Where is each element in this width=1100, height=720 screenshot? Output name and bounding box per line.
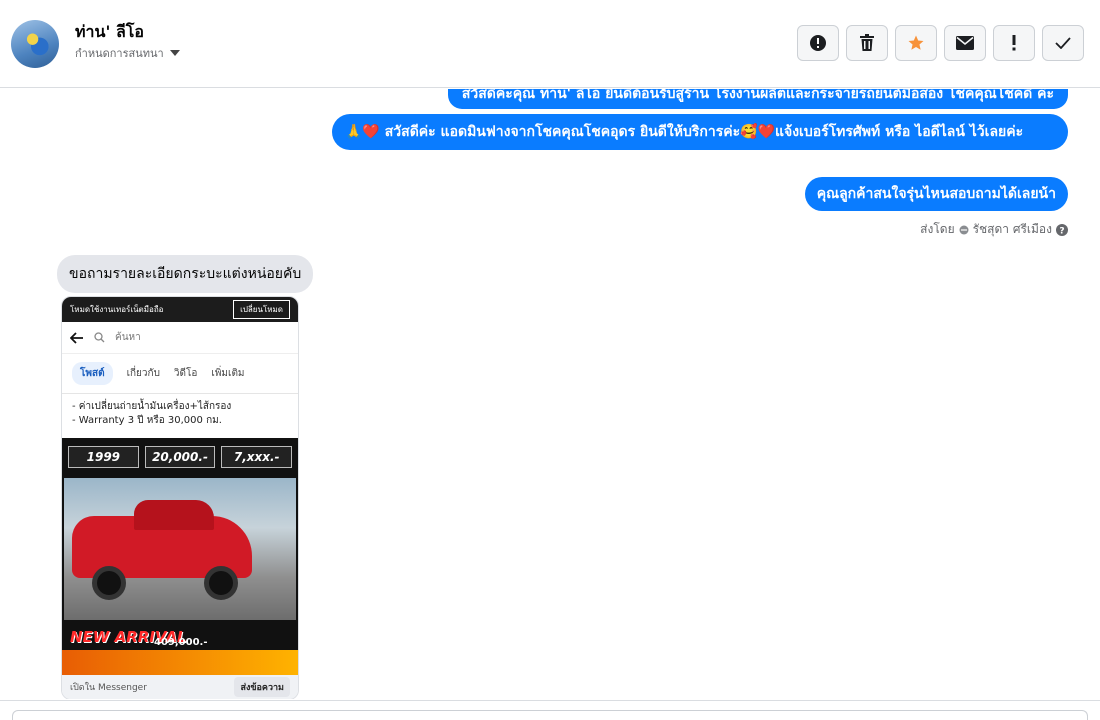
- envelope-icon: [956, 36, 974, 50]
- sent-by-label: ส่งโดย: [920, 222, 955, 236]
- mark-unread-button[interactable]: [944, 25, 986, 61]
- switch-mode-label: เปลี่ยนโหมด: [233, 300, 290, 319]
- contact-avatar[interactable]: [11, 20, 59, 68]
- search-icon: [94, 332, 105, 343]
- message-thread[interactable]: สวัสดีค่ะคุณ ท่าน' ลีโอ ยินดีต้อนรับสู่ร…: [0, 89, 1100, 699]
- trash-icon: [860, 34, 874, 51]
- report-button[interactable]: [797, 25, 839, 61]
- tab-posts: โพสต์: [72, 362, 113, 385]
- tab-videos: วิดีโอ: [173, 368, 198, 379]
- open-in-messenger: เปิดใน Messenger: [70, 683, 147, 693]
- wheel-shape: [204, 566, 238, 600]
- ad-bottom-banner: [62, 650, 298, 676]
- check-icon: [1055, 37, 1071, 49]
- message-input[interactable]: [12, 710, 1088, 720]
- price-box: 7,xxx.-: [221, 446, 293, 468]
- done-button[interactable]: [1042, 25, 1084, 61]
- star-button[interactable]: [895, 25, 937, 61]
- composer-area: [0, 700, 1100, 720]
- price-box: 1999: [68, 446, 139, 468]
- conversation-header: ท่าน' ลีโอ กำหนดการสนทนา: [0, 0, 1100, 88]
- mobile-mode-text: โหมดใช้งานเทอร์เน็ตมือถือ: [70, 305, 164, 314]
- sender-status-icon: [959, 225, 969, 234]
- delete-button[interactable]: [846, 25, 888, 61]
- send-message-label: ส่งข้อความ: [234, 677, 290, 697]
- price-box: 20,000.-: [144, 446, 216, 468]
- search-placeholder: ค้นหา: [115, 332, 141, 343]
- image-attachment[interactable]: โหมดใช้งานเทอร์เน็ตมือถือ เปลี่ยนโหมด ค้…: [61, 296, 299, 699]
- sent-by-info: ส่งโดย รัชสุดา ศรีเมือง ?: [920, 220, 1068, 239]
- spam-button[interactable]: [993, 25, 1035, 61]
- ad-price: 409,000.-: [154, 637, 208, 648]
- assign-label: กำหนดการสนทนา: [75, 47, 164, 60]
- outgoing-message[interactable]: สวัสดีค่ะคุณ ท่าน' ลีโอ ยินดีต้อนรับสู่ร…: [447, 89, 1068, 109]
- alert-circle-icon: [810, 35, 826, 51]
- tab-more: เพิ่มเติม: [211, 368, 245, 379]
- screenshot-post-text: - ค่าเปลี่ยนถ่ายน้ำมันเครื่อง+ไส้กรอง - …: [62, 394, 298, 438]
- price-row: 1999 20,000.- 7,xxx.-: [68, 446, 293, 468]
- header-actions: [797, 25, 1084, 61]
- car-ad-image: 1999 20,000.- 7,xxx.- NEW ARRIVAL 409,00…: [62, 438, 298, 676]
- screenshot-footer: เปิดใน Messenger ส่งข้อความ: [62, 675, 298, 699]
- exclamation-icon: [1012, 35, 1016, 51]
- back-arrow-icon: [70, 331, 83, 344]
- screenshot-search-bar: ค้นหา: [62, 322, 298, 354]
- sent-by-name: รัชสุดา ศรีเมือง: [972, 222, 1052, 236]
- red-pickup-photo: [64, 478, 296, 620]
- star-icon: [908, 35, 924, 50]
- tab-about: เกี่ยวกับ: [126, 368, 160, 379]
- car-cab-shape: [134, 500, 214, 530]
- wheel-shape: [92, 566, 126, 600]
- contact-name[interactable]: ท่าน' ลีโอ: [75, 20, 144, 45]
- help-icon[interactable]: ?: [1056, 223, 1068, 236]
- post-text-line: - Warranty 3 ปี หรือ 30,000 กม.: [72, 415, 222, 426]
- screenshot-tabs: โพสต์ เกี่ยวกับ วิดีโอ เพิ่มเติม: [62, 354, 298, 394]
- caret-down-icon: [169, 50, 180, 56]
- screenshot-top-bar: โหมดใช้งานเทอร์เน็ตมือถือ เปลี่ยนโหมด: [62, 297, 298, 322]
- assign-conversation-dropdown[interactable]: กำหนดการสนทนา: [75, 44, 180, 62]
- post-text-line: - ค่าเปลี่ยนถ่ายน้ำมันเครื่อง+ไส้กรอง: [72, 401, 232, 412]
- svg-text:?: ?: [1059, 226, 1064, 236]
- incoming-message[interactable]: ขอถามรายละเอียดกระบะแต่งหน่อยคับ: [57, 255, 314, 293]
- outgoing-message[interactable]: คุณลูกค้าสนใจรุ่นไหนสอบถามได้เลยน้า: [804, 177, 1068, 211]
- outgoing-message[interactable]: 🙏❤️ สวัสดีค่ะ แอดมินฟางจากโชคคุณโชคอุดร …: [332, 114, 1068, 150]
